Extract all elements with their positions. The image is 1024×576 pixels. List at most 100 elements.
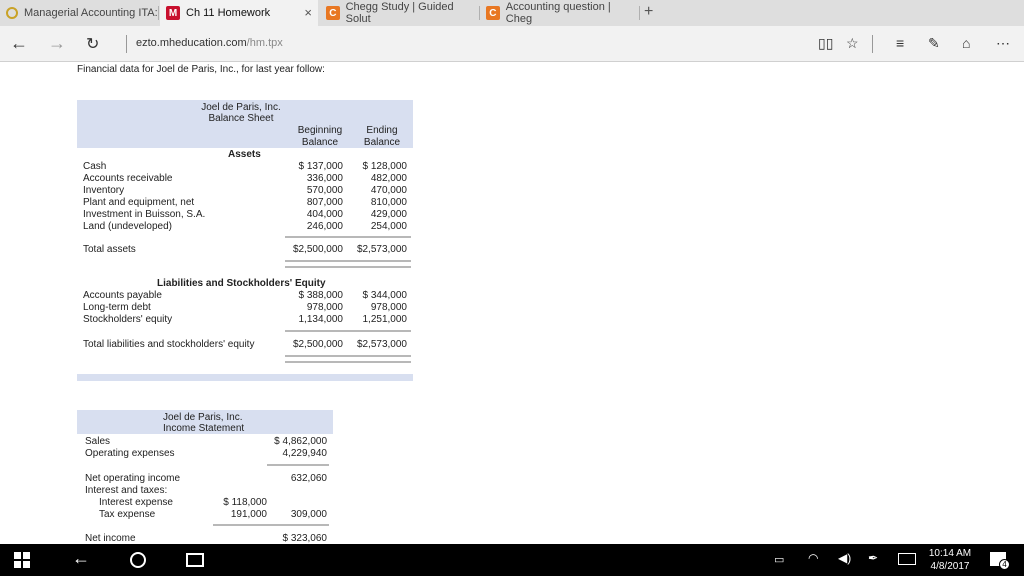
intro-text: Financial data for Joel de Paris, Inc., … [77, 64, 325, 75]
tab-label: Accounting question | Cheg [505, 1, 611, 25]
divider [285, 236, 411, 238]
interest-value: $ 118,000 [223, 497, 267, 508]
asset-end: 429,000 [370, 209, 407, 220]
net-income-label: Net income [85, 533, 136, 544]
refresh-icon[interactable]: ↻ [86, 34, 99, 54]
asset-label: Land (undeveloped) [83, 221, 172, 232]
tab-label: Managerial Accounting ITA: [24, 7, 158, 19]
keyboard-icon[interactable] [898, 553, 916, 565]
asset-begin: 807,000 [306, 197, 343, 208]
tablet-icon[interactable]: ▭ [774, 553, 784, 566]
pen-icon[interactable]: ✒ [868, 551, 878, 565]
asset-end: 470,000 [370, 185, 407, 196]
tab-bar: Managerial Accounting ITA: M Ch 11 Homew… [0, 0, 1024, 26]
total-assets-begin: $2,500,000 [292, 244, 343, 255]
col-ending-2: Balance [363, 137, 401, 148]
divider [213, 524, 269, 526]
tab-managerial-accounting[interactable]: Managerial Accounting ITA: [0, 0, 158, 26]
asset-end: 810,000 [370, 197, 407, 208]
interest-label: Interest expense [99, 497, 173, 508]
asset-label: Inventory [83, 185, 125, 196]
opex-label: Operating expenses [85, 448, 175, 459]
noi-label: Net operating income [85, 473, 181, 484]
asset-begin: 336,000 [306, 173, 343, 184]
divider [285, 260, 411, 262]
asset-label: Accounts receivable [83, 173, 173, 184]
task-view-icon[interactable] [186, 553, 204, 567]
total-assets-label: Total assets [83, 244, 136, 255]
back-arrow-icon[interactable]: ← [72, 548, 90, 569]
asset-begin: $ 137,000 [298, 161, 344, 172]
int-tax-label: Interest and taxes: [85, 485, 168, 496]
asset-begin: 570,000 [306, 185, 343, 196]
url-domain: ezto.mheducation.com [136, 37, 247, 49]
tab-chegg-study[interactable]: C Chegg Study | Guided Solut [320, 0, 478, 26]
asset-begin: 246,000 [306, 221, 343, 232]
total-liab-label: Total liabilities and stockholders' equi… [83, 339, 255, 350]
clock-date: 4/8/2017 [930, 561, 970, 572]
more-icon[interactable]: ⋯ [996, 35, 1010, 52]
divider [285, 330, 411, 332]
asset-label: Plant and equipment, net [83, 197, 195, 208]
opex-value: 4,229,940 [282, 448, 328, 459]
liab-begin: 978,000 [306, 302, 343, 313]
asset-label: Investment in Buisson, S.A. [83, 209, 206, 220]
income-statement: Joel de Paris, Inc. Income Statement Sal… [77, 410, 333, 544]
total-liab-begin: $2,500,000 [292, 339, 343, 350]
asset-begin: 404,000 [306, 209, 343, 220]
search-cortana-icon[interactable] [130, 552, 146, 568]
forward-arrow-icon[interactable]: → [48, 33, 66, 54]
liab-end: 978,000 [370, 302, 407, 313]
asset-end: $ 128,000 [362, 161, 408, 172]
reading-view-icon[interactable]: ▯▯ [818, 35, 833, 52]
chegg-icon: C [326, 6, 340, 20]
clock[interactable]: 10:14 AM 4/8/2017 [928, 547, 972, 573]
divider [285, 361, 411, 363]
windows-start-icon[interactable] [14, 552, 30, 568]
notification-count: 4 [999, 559, 1010, 570]
col-beginning: Beginning [297, 125, 343, 136]
web-note-icon[interactable]: ✎ [928, 35, 940, 52]
liab-label: Stockholders' equity [83, 314, 173, 325]
tab-label: Chegg Study | Guided Solut [345, 1, 454, 25]
col-ending: Ending [366, 125, 398, 136]
liab-label: Accounts payable [83, 290, 162, 301]
asset-end: 482,000 [370, 173, 407, 184]
action-center-icon[interactable]: 4 [990, 552, 1010, 570]
url-field[interactable]: ezto.mheducation.com/hm.tpx [136, 37, 283, 49]
tab-label: Ch 11 Homework [186, 7, 271, 19]
sales-label: Sales [85, 436, 111, 447]
address-bar: ← → ↻ ezto.mheducation.com/hm.tpx ▯▯ ☆ ≡… [0, 26, 1024, 62]
tab-ch11-homework[interactable]: M Ch 11 Homework × [160, 0, 318, 26]
volume-icon[interactable]: ◀) [838, 551, 851, 565]
tab-accounting-question[interactable]: C Accounting question | Cheg [480, 0, 638, 26]
sales-value: $ 4,862,000 [274, 436, 327, 447]
assets-heading: Assets [228, 149, 261, 160]
wifi-icon[interactable]: ◠ [808, 551, 818, 565]
share-icon[interactable]: ⌂ [962, 35, 970, 51]
liab-begin: 1,134,000 [298, 314, 344, 325]
total-liab-end: $2,573,000 [356, 339, 407, 350]
hub-icon[interactable]: ≡ [896, 35, 904, 51]
divider [285, 266, 411, 268]
favorite-star-icon[interactable]: ☆ [846, 35, 859, 52]
divider [267, 464, 329, 466]
new-tab-button[interactable]: + [644, 3, 653, 21]
int-tax-total: 309,000 [290, 509, 327, 520]
divider [285, 355, 411, 357]
asset-label: Cash [83, 161, 107, 172]
tax-value: 191,000 [230, 509, 267, 520]
is-title: Income Statement [163, 423, 245, 434]
loading-spinner-icon [6, 7, 18, 19]
total-assets-end: $2,573,000 [356, 244, 407, 255]
liab-begin: $ 388,000 [298, 290, 344, 301]
tax-label: Tax expense [99, 509, 156, 520]
net-income-value: $ 323,060 [282, 533, 328, 544]
liab-label: Long-term debt [83, 302, 151, 313]
close-tab-icon[interactable]: × [304, 5, 312, 20]
divider [267, 524, 329, 526]
taskbar: ← ▭ ◠ ◀) ✒ 10:14 AM 4/8/2017 4 [0, 544, 1024, 576]
page-content: Financial data for Joel de Paris, Inc., … [0, 62, 1024, 544]
back-arrow-icon[interactable]: ← [10, 33, 28, 54]
clock-time: 10:14 AM [928, 548, 972, 559]
